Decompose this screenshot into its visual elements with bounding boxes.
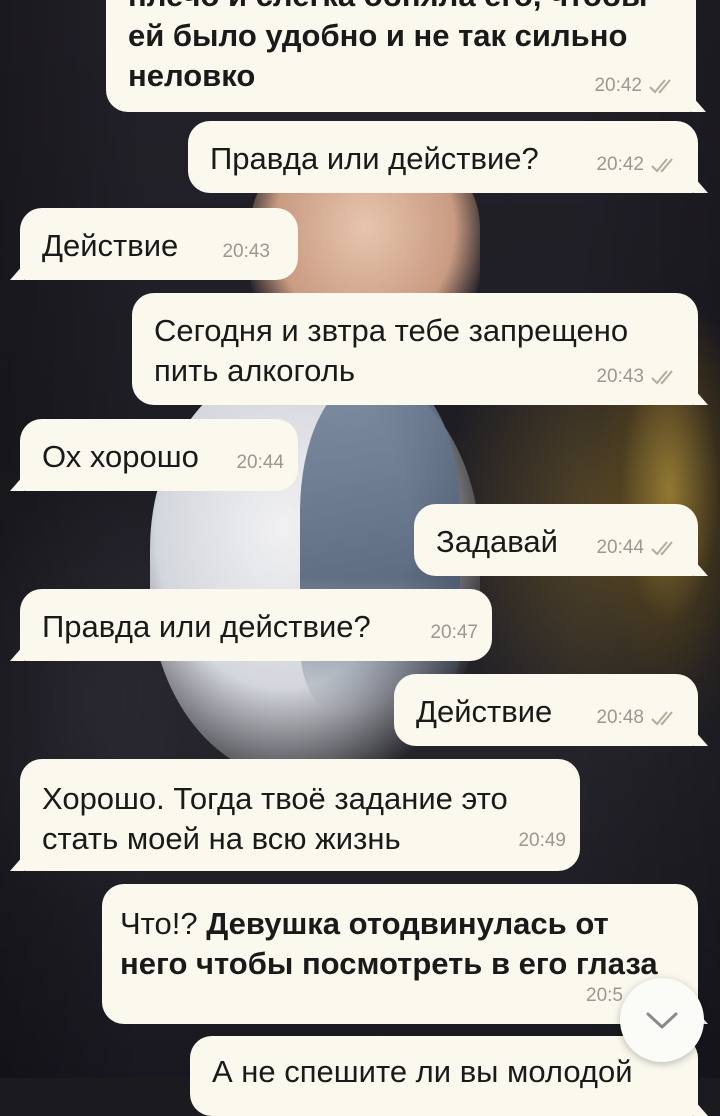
message-text: стать моей на всю жизнь	[42, 821, 401, 856]
message-bubble-incoming[interactable]: Действие 20:43	[10, 208, 298, 280]
message-bubble-outgoing[interactable]: Что!? Девушка отодвинулась от него чтобы…	[102, 884, 708, 1024]
double-check-icon	[651, 158, 673, 173]
message-bubble-outgoing[interactable]: плечо и слегка обняла его, чтобы ей было…	[106, 0, 706, 112]
message-time: 20:43	[596, 366, 644, 387]
message-bubble-outgoing[interactable]: Сегодня и звтра тебе запрещено пить алко…	[132, 293, 708, 405]
message-time: 20:43	[222, 241, 270, 262]
message-bubble-incoming[interactable]: Правда или действие? 20:47	[10, 589, 492, 661]
message-text: плечо и слегка обняла его, чтобы	[128, 0, 674, 16]
message-time: 20:5	[586, 985, 623, 1006]
double-check-icon	[649, 79, 671, 94]
message-time: 20:49	[518, 830, 566, 851]
message-text: Сегодня и звтра тебе запрещено	[154, 313, 629, 348]
message-time: 20:47	[430, 622, 478, 643]
message-bubble-incoming[interactable]: Ох хорошо 20:44	[10, 419, 298, 491]
message-text: Что!?	[120, 906, 207, 941]
double-check-icon	[651, 711, 673, 726]
chevron-down-icon	[646, 1012, 678, 1029]
message-bubble-outgoing[interactable]: А не спешите ли вы молодой	[190, 1036, 708, 1116]
message-time: 20:42	[596, 154, 644, 175]
message-text: Хорошо. Тогда твоё задание это	[42, 781, 508, 816]
double-check-icon	[651, 370, 673, 385]
message-text-bold: Девушка отодвинулась от	[206, 906, 609, 941]
message-time: 20:48	[596, 707, 644, 728]
message-time: 20:44	[236, 452, 284, 473]
message-time: 20:44	[596, 537, 644, 558]
message-text: А не спешите ли вы молодой	[212, 1054, 633, 1089]
message-bubble-outgoing[interactable]: Правда или действие? 20:42	[188, 121, 708, 193]
scroll-to-bottom-button[interactable]	[620, 978, 704, 1062]
message-text: неловко	[128, 58, 256, 93]
double-check-icon	[651, 541, 673, 556]
message-bubble-incoming[interactable]: Хорошо. Тогда твоё задание это стать мое…	[10, 759, 580, 871]
message-bubble-outgoing[interactable]: Задавай 20:44	[414, 504, 708, 576]
message-bubble-outgoing[interactable]: Действие 20:48	[394, 674, 708, 746]
message-time: 20:42	[594, 75, 642, 96]
message-text: Правда или действие?	[42, 609, 371, 644]
message-text: ей было удобно и не так сильно	[128, 18, 628, 53]
